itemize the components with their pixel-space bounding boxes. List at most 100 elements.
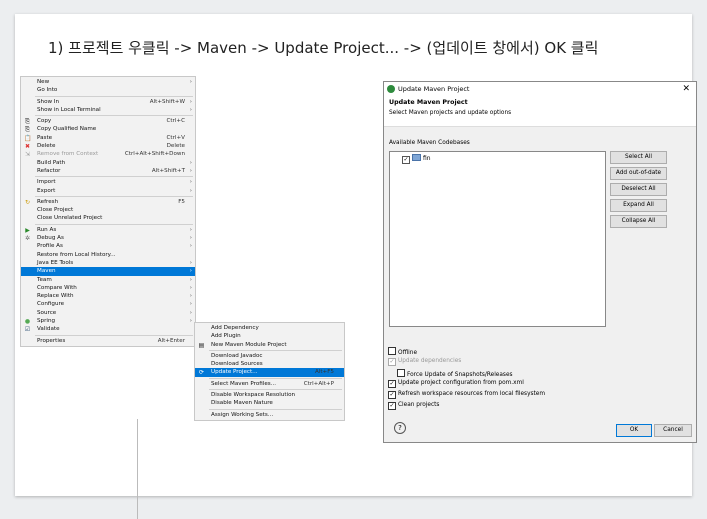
option-checkbox[interactable] [397, 369, 405, 377]
menu-item-label: New [37, 79, 50, 85]
add-out-of-date-button[interactable]: Add out-of-date [610, 167, 667, 180]
menu-item-label: Show in Local Terminal [37, 106, 101, 113]
menu-item-source[interactable]: Source › [21, 309, 195, 317]
menu-item-select-maven-profiles[interactable]: Select Maven Profiles... Ctrl+Alt+P [195, 380, 344, 388]
menu-item-maven[interactable]: Maven › [21, 267, 195, 276]
menu-item-download-javadoc[interactable]: Download Javadoc [195, 352, 344, 360]
menu-item-close-unrelated-project[interactable]: Close Unrelated Project [21, 214, 195, 222]
menu-item-remove-from-context[interactable]: ⇲ Remove from Context Ctrl+Alt+Shift+Down [21, 150, 195, 158]
menu-item-label: Go Into [37, 87, 58, 94]
delete-icon: ✖ [24, 143, 31, 151]
menu-item-configure[interactable]: Configure › [21, 300, 195, 308]
option-label: Update dependencies [398, 358, 462, 364]
menu-item-show-in[interactable]: Show In Alt+Shift+W › [21, 98, 195, 106]
dialog-header: Update Maven Project Select Maven projec… [384, 96, 696, 127]
menu-item-label: Delete [37, 143, 56, 150]
project-tree-item[interactable]: ✓ fin [402, 154, 431, 164]
option-update-dependencies: ✓ Update dependencies [388, 358, 461, 366]
menu-item-refresh[interactable]: ↻ Refresh F5 [21, 198, 195, 206]
menu-item-new-maven-module-project[interactable]: ▤ New Maven Module Project [195, 341, 344, 349]
menu-item-label: Paste [37, 134, 53, 141]
paste-icon: 📋 [24, 134, 32, 142]
menu-separator [35, 176, 193, 178]
menu-item-show-in-local-terminal[interactable]: Show in Local Terminal › [21, 106, 195, 114]
update-maven-dialog: Update Maven Project ✕ Update Maven Proj… [383, 81, 697, 443]
context-menu-area: New › Go Into Show In Alt+Shift+W › Show in Lo… [20, 76, 345, 519]
project-checkbox[interactable]: ✓ [402, 156, 410, 164]
menu-item-add-plugin[interactable]: Add Plugin [195, 332, 344, 340]
option-checkbox[interactable]: ✓ [388, 402, 396, 410]
option-refresh-workspace-resources-from-local-filesystem[interactable]: ✓ Refresh workspace resources from local … [388, 391, 545, 399]
menu-item-new[interactable]: New › [21, 78, 195, 86]
menu-item-profile-as[interactable]: Profile As › [21, 242, 195, 250]
chevron-right-icon: › [189, 106, 192, 113]
chevron-right-icon: › [189, 159, 192, 166]
menu-item-label: Disable Maven Nature [211, 400, 273, 407]
menu-item-add-dependency[interactable]: Add Dependency [195, 324, 344, 332]
menu-item-run-as[interactable]: ▶ Run As › [21, 226, 195, 234]
menu-item-label: Copy Qualified Name [37, 126, 97, 133]
menu-item-compare-with[interactable]: Compare With › [21, 284, 195, 292]
option-checkbox[interactable]: ✓ [388, 391, 396, 399]
debug-icon: ✲ [24, 235, 31, 243]
option-update-project-configuration-from-pom-xml[interactable]: ✓ Update project configuration from pom.x… [388, 380, 524, 388]
menu-item-copy-qualified-name[interactable]: ⎘ Copy Qualified Name [21, 125, 195, 133]
menu-separator [209, 389, 342, 391]
menu-item-team[interactable]: Team › [21, 276, 195, 284]
chevron-right-icon: › [189, 284, 192, 291]
menu-item-restore-from-local-history[interactable]: Restore from Local History... [21, 251, 195, 259]
option-checkbox[interactable]: ✓ [388, 380, 396, 388]
menu-item-update-project[interactable]: ⟳ Update Project... Alt+F5 [195, 368, 344, 377]
menu-item-label: Export [37, 187, 56, 194]
menu-item-label: Add Dependency [211, 325, 259, 331]
menu-item-validate[interactable]: ☑ Validate [21, 325, 195, 333]
chevron-right-icon: › [189, 187, 192, 194]
menu-item-debug-as[interactable]: ✲ Debug As › [21, 234, 195, 242]
codebases-list[interactable]: ✓ fin [389, 151, 606, 327]
option-clean-projects[interactable]: ✓ Clean projects [388, 402, 439, 410]
dialog-header-desc: Select Maven projects and update options [389, 110, 512, 116]
close-icon[interactable]: ✕ [682, 82, 690, 96]
chevron-right-icon: › [189, 259, 192, 266]
menu-item-close-project[interactable]: Close Project [21, 206, 195, 214]
menu-item-label: Import [37, 179, 56, 186]
help-icon[interactable]: ? [394, 422, 406, 434]
menu-item-copy[interactable]: ⎘ Copy Ctrl+C [21, 117, 195, 125]
option-offline[interactable]: Offline [388, 347, 417, 356]
menu-item-assign-working-sets[interactable]: Assign Working Sets... [195, 411, 344, 419]
menu-item-shortcut: Ctrl+C [166, 118, 185, 125]
menu-item-label: Configure [37, 301, 65, 308]
ok-button[interactable]: OK [616, 424, 652, 437]
menu-item-disable-workspace-resolution[interactable]: Disable Workspace Resolution [195, 391, 344, 399]
chevron-right-icon: › [189, 79, 192, 85]
context-menu: New › Go Into Show In Alt+Shift+W › Show in Lo… [20, 76, 196, 347]
codebases-label: Available Maven Codebases [389, 140, 470, 146]
option-force-update-of-snapshots-releases[interactable]: Force Update of Snapshots/Releases [397, 369, 513, 378]
menu-item-replace-with[interactable]: Replace With › [21, 292, 195, 300]
menu-item-label: Compare With [37, 284, 77, 291]
menu-item-paste[interactable]: 📋 Paste Ctrl+V [21, 134, 195, 142]
select-all-button[interactable]: Select All [610, 151, 667, 164]
menu-item-java-ee-tools[interactable]: Java EE Tools › [21, 259, 195, 267]
menu-item-export[interactable]: Export › [21, 187, 195, 195]
menu-item-label: Run As [37, 226, 57, 233]
menu-item-import[interactable]: Import › [21, 178, 195, 186]
menu-item-properties[interactable]: Properties Alt+Enter [21, 337, 195, 345]
menu-item-shortcut: Alt+Enter [157, 337, 185, 344]
expand-all-button[interactable]: Expand All [610, 199, 667, 212]
menu-item-spring[interactable]: ● Spring › [21, 317, 195, 325]
menu-item-disable-maven-nature[interactable]: Disable Maven Nature [195, 399, 344, 407]
menu-item-download-sources[interactable]: Download Sources [195, 360, 344, 368]
cancel-button[interactable]: Cancel [654, 424, 692, 437]
deselect-all-button[interactable]: Deselect All [610, 183, 667, 196]
option-checkbox[interactable] [388, 347, 396, 355]
option-label: Refresh workspace resources from local f… [398, 391, 546, 397]
chevron-right-icon: › [189, 179, 192, 186]
chevron-right-icon: › [189, 235, 192, 242]
menu-item-delete[interactable]: ✖ Delete Delete [21, 142, 195, 150]
collapse-all-button[interactable]: Collapse All [610, 215, 667, 228]
menu-item-label: Spring [37, 318, 56, 325]
menu-item-refactor[interactable]: Refactor Alt+Shift+T › [21, 167, 195, 175]
menu-item-build-path[interactable]: Build Path › [21, 159, 195, 167]
menu-item-go-into[interactable]: Go Into [21, 86, 195, 94]
